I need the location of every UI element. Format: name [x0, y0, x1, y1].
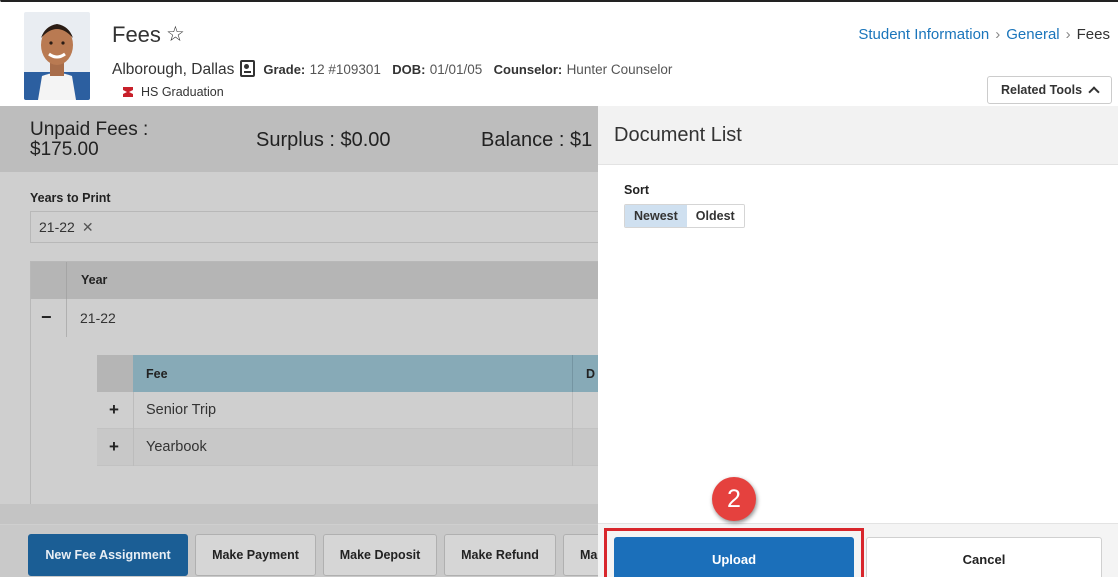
year-column-header: Year — [81, 273, 108, 287]
grid-header-row: Year — [31, 262, 598, 299]
years-to-print-input[interactable]: 21-22 ✕ — [30, 211, 598, 243]
grade-value: 12 #109301 — [309, 62, 381, 77]
table-row: + Yearbook — [97, 429, 598, 466]
related-tools-label: Related Tools — [1000, 83, 1083, 97]
fee-name: Yearbook — [146, 439, 207, 455]
student-header: Fees ☆ Alborough, Dallas Grade: 12 #10930… — [0, 2, 1118, 106]
student-photo — [24, 12, 90, 100]
action-bar: New Fee Assignment Make Payment Make Dep… — [0, 525, 598, 577]
page-title: Fees — [112, 22, 161, 47]
fee-table-header: Fee D — [97, 355, 598, 392]
sort-label: Sort — [624, 183, 649, 197]
fee-table: Fee D + Senior Trip + Yearbook — [97, 355, 598, 469]
year-chip-label: 21-22 — [39, 219, 75, 235]
breadcrumb-general[interactable]: General — [1006, 26, 1059, 43]
counselor-value: Hunter Counselor — [566, 62, 673, 77]
unpaid-fees: Unpaid Fees : $175.00 — [30, 120, 190, 160]
fee-summary-bar: Unpaid Fees : $175.00 Surplus : $0.00 Ba… — [0, 106, 598, 172]
years-to-print-label: Years to Print — [30, 191, 111, 205]
surplus-amount: Surplus : $0.00 — [256, 129, 391, 151]
breadcrumb-separator-icon: › — [1065, 26, 1071, 43]
fee-column-header: Fee — [146, 367, 168, 381]
breadcrumb-fees: Fees — [1076, 26, 1110, 43]
graduation-flag-icon — [123, 87, 133, 97]
d-column-header: D — [586, 367, 596, 381]
make-deposit-button[interactable]: Make Deposit — [323, 534, 437, 576]
year-chip: 21-22 ✕ — [39, 219, 94, 236]
program-name: HS Graduation — [141, 85, 224, 99]
counselor-label: Counselor: — [493, 62, 563, 77]
grade-label: Grade: — [263, 62, 306, 77]
program-line: HS Graduation — [123, 85, 224, 99]
step-number-badge: 2 — [712, 477, 756, 521]
breadcrumb-separator-icon: › — [995, 26, 1001, 43]
unpaid-fees-value: $175.00 — [30, 139, 99, 160]
related-tools-button[interactable]: Related Tools — [987, 76, 1112, 104]
expand-icon[interactable]: + — [109, 400, 119, 420]
highlight-callout-box — [604, 528, 864, 577]
fees-main-area: Unpaid Fees : $175.00 Surplus : $0.00 Ba… — [0, 106, 598, 577]
make-refund-button[interactable]: Make Refund — [444, 534, 556, 576]
cancel-button[interactable]: Cancel — [866, 537, 1102, 577]
year-row-value: 21-22 — [80, 310, 116, 326]
new-fee-assignment-button[interactable]: New Fee Assignment — [28, 534, 188, 576]
dob-value: 01/01/05 — [429, 62, 483, 77]
fee-name: Senior Trip — [146, 402, 217, 418]
panel-header: Document List — [598, 106, 1118, 165]
student-info-line: Alborough, Dallas Grade: 12 #109301 DOB: … — [112, 60, 679, 79]
sort-toggle: Newest Oldest — [624, 204, 745, 228]
table-row: + Senior Trip — [97, 392, 598, 429]
sort-oldest-button[interactable]: Oldest — [686, 205, 744, 227]
make-payment-button[interactable]: Make Payment — [195, 534, 316, 576]
panel-title: Document List — [614, 124, 742, 146]
contact-card-icon[interactable] — [240, 60, 256, 77]
student-name: Alborough, Dallas — [112, 61, 235, 78]
collapse-icon[interactable]: − — [41, 307, 52, 328]
breadcrumb: Student Information › General › Fees — [858, 26, 1110, 43]
document-list-panel: Document List Sort Newest Oldest Upload … — [598, 106, 1118, 577]
truncated-action-button[interactable]: Ma — [563, 534, 598, 576]
fees-grid: Year − 21-22 Fee D + Senior Trip + Yearb… — [30, 261, 598, 511]
breadcrumb-student-information[interactable]: Student Information — [858, 26, 989, 43]
horizontal-scrollbar[interactable] — [0, 504, 598, 524]
balance-amount: Balance : $1 — [481, 129, 593, 151]
chevron-up-icon — [1088, 86, 1100, 98]
dob-label: DOB: — [392, 62, 426, 77]
year-row: − 21-22 — [31, 299, 598, 337]
remove-chip-icon[interactable]: ✕ — [82, 219, 94, 235]
star-icon[interactable]: ☆ — [166, 22, 185, 47]
expand-icon[interactable]: + — [109, 437, 119, 457]
sort-newest-button[interactable]: Newest — [625, 205, 687, 227]
unpaid-fees-label: Unpaid Fees : — [30, 119, 149, 140]
